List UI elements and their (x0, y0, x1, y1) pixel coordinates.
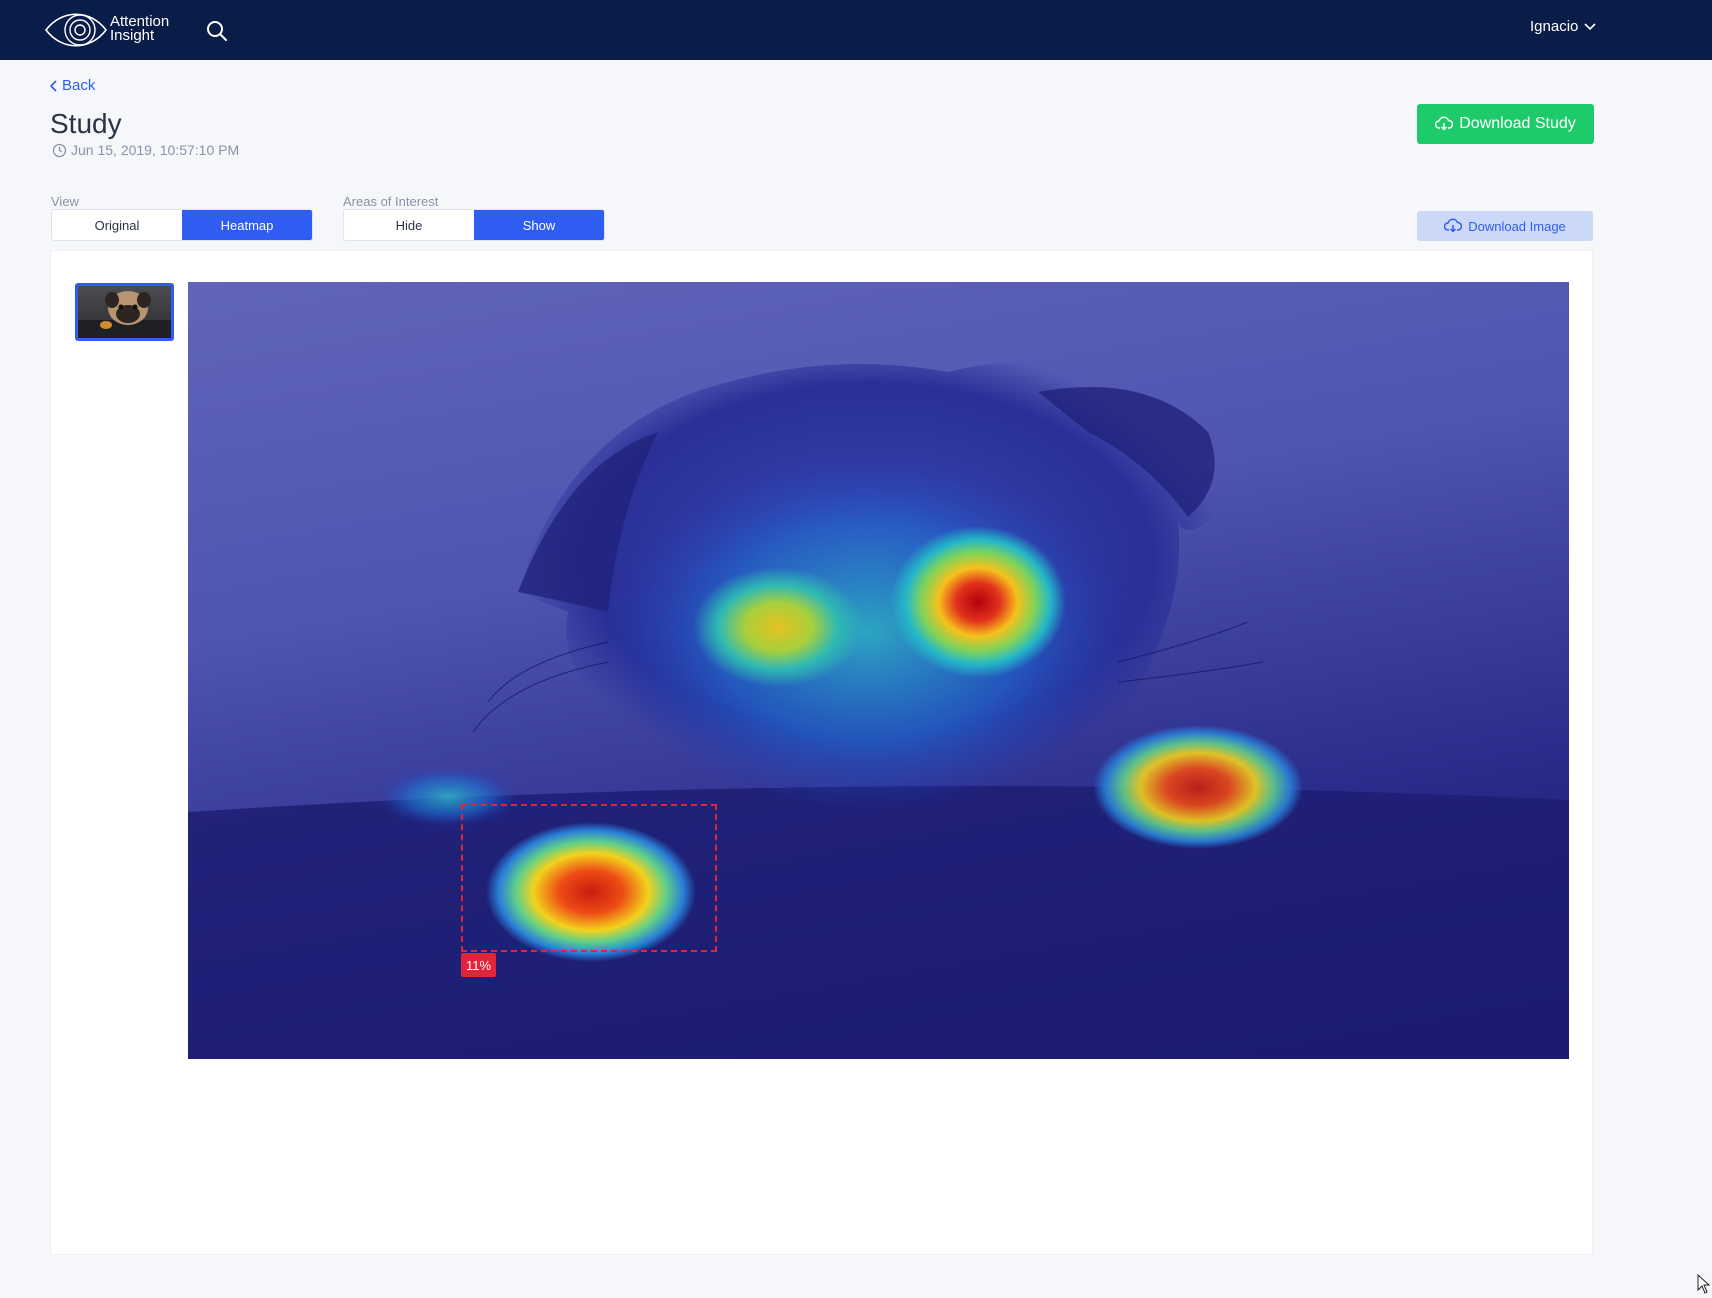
page-title: Study (50, 108, 122, 139)
aoi-hide-option[interactable]: Hide (344, 210, 474, 240)
cloud-download-icon (1435, 116, 1454, 131)
download-study-button[interactable]: Download Study (1417, 104, 1594, 144)
view-toggle: Original Heatmap (51, 209, 313, 241)
download-study-label: Download Study (1459, 115, 1576, 132)
back-link[interactable]: Back (50, 77, 95, 94)
attention-insight-logo[interactable]: Attention Insight (44, 7, 184, 53)
aoi-show-option[interactable]: Show (474, 210, 604, 240)
user-menu[interactable]: Ignacio (1530, 18, 1596, 35)
heatmap-image (188, 282, 1569, 1059)
user-name: Ignacio (1530, 18, 1579, 35)
study-timestamp: Jun 15, 2019, 10:57:10 PM (52, 142, 239, 158)
view-label: View (51, 194, 79, 209)
aoi-label: Areas of Interest (343, 194, 439, 209)
top-navigation-bar: Attention Insight Ignacio (0, 0, 1712, 60)
pug-thumbnail-image (78, 291, 171, 338)
back-label: Back (62, 77, 96, 94)
clock-icon (52, 143, 67, 157)
eye-logo-icon (44, 13, 108, 47)
logo-text: Attention Insight (110, 14, 169, 44)
timestamp-text: Jun 15, 2019, 10:57:10 PM (71, 142, 240, 158)
heatmap-overlay (188, 362, 1569, 1059)
cloud-download-icon (1444, 218, 1463, 233)
aoi-toggle: Hide Show (343, 209, 605, 241)
view-original-option[interactable]: Original (52, 210, 182, 240)
search-icon[interactable] (206, 20, 228, 42)
logo-line-2: Insight (110, 27, 155, 44)
chevron-left-icon (50, 79, 57, 92)
mouse-cursor-icon (1697, 1274, 1711, 1294)
view-heatmap-option[interactable]: Heatmap (182, 210, 312, 240)
area-of-interest-box[interactable] (461, 804, 717, 952)
image-thumbnail[interactable] (75, 283, 174, 341)
download-image-button[interactable]: Download Image (1417, 211, 1593, 241)
download-image-label: Download Image (1468, 218, 1566, 234)
aoi-percentage-badge: 11% (461, 953, 497, 977)
chevron-down-icon (1584, 22, 1596, 30)
